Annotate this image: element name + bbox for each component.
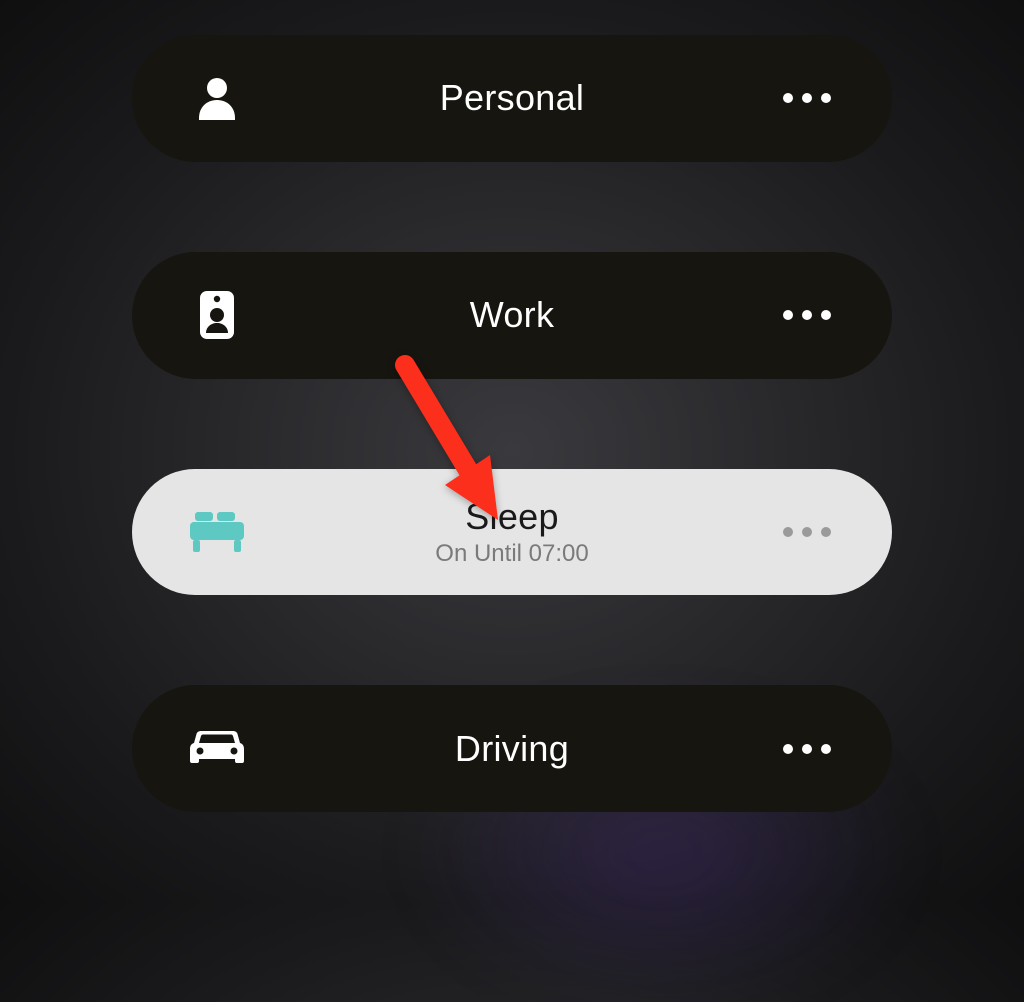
- ellipsis-icon: [802, 310, 812, 320]
- focus-label: Personal: [440, 77, 584, 119]
- ellipsis-icon: [821, 310, 831, 320]
- focus-mode-personal[interactable]: Personal: [132, 35, 892, 162]
- ellipsis-icon: [783, 527, 793, 537]
- focus-label-wrap: Work: [247, 294, 777, 336]
- focus-mode-driving[interactable]: Driving: [132, 685, 892, 812]
- more-options-button[interactable]: [777, 93, 837, 103]
- focus-label-wrap: Personal: [247, 77, 777, 119]
- focus-sub-label: On Until 07:00: [435, 540, 588, 568]
- more-options-button[interactable]: [777, 527, 837, 537]
- more-options-button[interactable]: [777, 310, 837, 320]
- ellipsis-icon: [802, 744, 812, 754]
- focus-label-wrap: Sleep On Until 07:00: [247, 496, 777, 568]
- focus-label: Work: [470, 294, 555, 336]
- more-options-button[interactable]: [777, 744, 837, 754]
- bed-icon: [187, 512, 247, 552]
- badge-icon: [187, 291, 247, 339]
- focus-label: Sleep: [465, 496, 559, 538]
- ellipsis-icon: [783, 744, 793, 754]
- ellipsis-icon: [783, 93, 793, 103]
- focus-label-wrap: Driving: [247, 728, 777, 770]
- ellipsis-icon: [821, 527, 831, 537]
- ellipsis-icon: [783, 310, 793, 320]
- car-icon: [187, 729, 247, 769]
- focus-label: Driving: [455, 728, 569, 770]
- person-icon: [187, 76, 247, 120]
- ellipsis-icon: [802, 527, 812, 537]
- ellipsis-icon: [821, 93, 831, 103]
- ellipsis-icon: [821, 744, 831, 754]
- focus-mode-sleep[interactable]: Sleep On Until 07:00: [132, 469, 892, 596]
- focus-mode-work[interactable]: Work: [132, 252, 892, 379]
- ellipsis-icon: [802, 93, 812, 103]
